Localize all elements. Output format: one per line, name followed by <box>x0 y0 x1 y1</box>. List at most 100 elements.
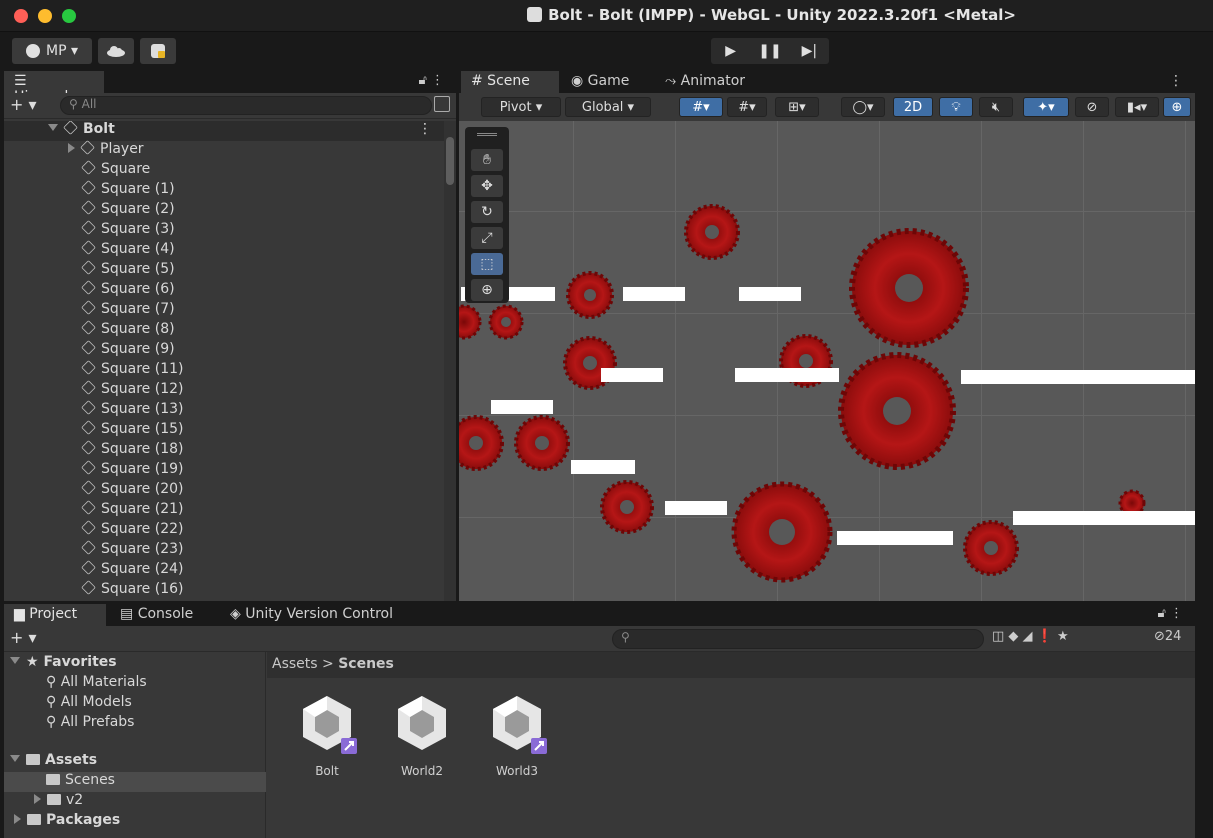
hierarchy-item[interactable]: Square (5) <box>4 260 444 281</box>
audio-toggle[interactable]: 🔇︎ <box>979 97 1013 117</box>
hierarchy-item[interactable]: Square (19) <box>4 460 444 481</box>
saw-blade[interactable] <box>566 271 614 319</box>
saw-blade[interactable] <box>849 228 969 348</box>
project-search-input[interactable]: ⚲ <box>612 629 984 649</box>
open-scene-icon[interactable] <box>434 96 450 112</box>
saw-blade[interactable] <box>684 204 740 260</box>
hierarchy-search-input[interactable]: ⚲ All <box>60 96 432 115</box>
hierarchy-item[interactable]: Square (7) <box>4 300 444 321</box>
move-tool[interactable]: ✥ <box>471 175 503 197</box>
platform[interactable] <box>601 368 663 382</box>
saw-blade[interactable] <box>459 415 504 471</box>
scenes-folder[interactable]: Scenes <box>4 772 266 792</box>
rotate-tool[interactable]: ↻ <box>471 201 503 223</box>
visibility-toggle[interactable]: ⊘ <box>1075 97 1109 117</box>
breadcrumb-assets[interactable]: Assets <box>272 656 318 672</box>
filter-icons[interactable]: ◫ ◆ ◢ ❗ ★ <box>992 629 1069 644</box>
ruler-button[interactable]: ⊞▾ <box>775 97 819 117</box>
tab-project[interactable]: ▆ Project <box>4 604 106 626</box>
cloud-button[interactable] <box>98 38 134 64</box>
lock-menu-icon[interactable]: 🔓︎ ⋮ <box>1157 606 1183 621</box>
scene-asset[interactable]: Bolt <box>287 692 367 778</box>
account-button[interactable]: MP ▾ <box>12 38 92 64</box>
breadcrumb-scenes[interactable]: Scenes <box>338 656 394 672</box>
hierarchy-item[interactable]: Square (9) <box>4 340 444 361</box>
lighting-toggle[interactable]: 💡︎ <box>939 97 973 117</box>
platform[interactable] <box>665 501 727 515</box>
platform[interactable] <box>571 460 635 474</box>
assets-folder[interactable]: Assets <box>10 752 272 772</box>
tab-animator[interactable]: ⤳ Animator <box>655 71 765 93</box>
v2-folder[interactable]: v2 <box>34 792 296 812</box>
platform[interactable] <box>837 531 953 545</box>
scene-asset[interactable]: World3 <box>477 692 557 778</box>
gizmos-button[interactable]: ⊕ <box>1163 97 1191 117</box>
increment-snap-button[interactable]: #▾ <box>727 97 767 117</box>
hierarchy-item[interactable]: Square (3) <box>4 220 444 241</box>
pivot-dropdown[interactable]: Pivot ▾ <box>481 97 561 117</box>
platform[interactable] <box>961 370 1195 384</box>
version-control-button[interactable] <box>140 38 176 64</box>
hierarchy-scrollbar[interactable] <box>444 121 456 601</box>
saw-blade[interactable] <box>488 304 524 340</box>
scene-asset[interactable]: World2 <box>382 692 462 778</box>
expand-arrow-icon[interactable] <box>48 124 58 131</box>
scale-tool[interactable]: ⤢ <box>471 227 503 249</box>
tab-version-control[interactable]: ◈ Unity Version Control <box>220 604 430 626</box>
hierarchy-item[interactable]: Square (24) <box>4 560 444 581</box>
platform[interactable] <box>1013 511 1195 525</box>
hierarchy-item[interactable]: Square (2) <box>4 200 444 221</box>
saw-blade[interactable] <box>459 304 482 340</box>
hierarchy-item[interactable]: Square (22) <box>4 520 444 541</box>
hierarchy-item[interactable]: Square (16) <box>4 580 444 601</box>
scene-menu-icon[interactable]: ⋮ <box>1169 73 1183 89</box>
hierarchy-item[interactable]: Square (1) <box>4 180 444 201</box>
hierarchy-item[interactable]: Square <box>4 160 444 181</box>
hierarchy-root-bolt[interactable]: Bolt ⋮ <box>4 121 444 141</box>
scene-menu-icon[interactable]: ⋮ <box>418 121 432 137</box>
camera-dropdown[interactable]: ▮◂▾ <box>1115 97 1159 117</box>
saw-blade[interactable] <box>514 415 570 471</box>
tab-scene[interactable]: # Scene <box>461 71 559 93</box>
step-button[interactable]: ▶| <box>790 38 829 64</box>
favorites-section[interactable]: ★ Favorites <box>10 654 272 674</box>
hierarchy-item[interactable]: Square (12) <box>4 380 444 401</box>
hierarchy-item[interactable]: Square (6) <box>4 280 444 301</box>
transform-tool[interactable]: ⊕ <box>471 279 503 301</box>
tab-hierarchy[interactable]: ☰ Hierarchy <box>4 71 104 105</box>
global-dropdown[interactable]: Global ▾ <box>565 97 651 117</box>
hierarchy-item[interactable]: Square (23) <box>4 540 444 561</box>
overlay-drag-handle[interactable] <box>477 133 497 136</box>
platform[interactable] <box>491 400 553 414</box>
hierarchy-item[interactable]: Square (20) <box>4 480 444 501</box>
hierarchy-item[interactable]: Square (13) <box>4 400 444 421</box>
add-object-button[interactable]: + ▾ <box>10 95 37 114</box>
saw-blade[interactable] <box>838 352 956 470</box>
effects-dropdown[interactable]: ✦▾ <box>1023 97 1069 117</box>
platform[interactable] <box>623 287 685 301</box>
hierarchy-item[interactable]: Player <box>4 140 444 161</box>
draw-mode-dropdown[interactable]: ◯▾ <box>841 97 885 117</box>
collapse-arrow-icon[interactable] <box>68 143 75 153</box>
rect-tool[interactable]: ⬚ <box>471 253 503 275</box>
saw-blade[interactable] <box>731 481 833 583</box>
hierarchy-scroll-thumb[interactable] <box>446 137 454 185</box>
grid-snapping-button[interactable]: #▾ <box>679 97 723 117</box>
packages-folder[interactable]: Packages <box>14 812 276 832</box>
hierarchy-item[interactable]: Square (15) <box>4 420 444 441</box>
hierarchy-item[interactable]: Square (21) <box>4 500 444 521</box>
hand-tool[interactable]: ✋︎ <box>471 149 503 171</box>
play-button[interactable]: ▶ <box>711 38 750 64</box>
tab-game[interactable]: ◉ Game <box>561 71 651 93</box>
hidden-packages-counter[interactable]: ⊘24 <box>1154 629 1181 644</box>
create-asset-button[interactable]: + ▾ <box>10 628 37 647</box>
lock-menu-icon[interactable]: 🔓︎ ⋮ <box>418 73 444 88</box>
mode-2d-button[interactable]: 2D <box>893 97 933 117</box>
saw-blade[interactable] <box>600 480 654 534</box>
hierarchy-item[interactable]: Square (8) <box>4 320 444 341</box>
pause-button[interactable]: ❚❚ <box>750 38 789 64</box>
scene-viewport[interactable]: ✋︎ ✥ ↻ ⤢ ⬚ ⊕ <box>459 121 1195 601</box>
platform[interactable] <box>735 368 839 382</box>
hierarchy-item[interactable]: Square (18) <box>4 440 444 461</box>
platform[interactable] <box>739 287 801 301</box>
